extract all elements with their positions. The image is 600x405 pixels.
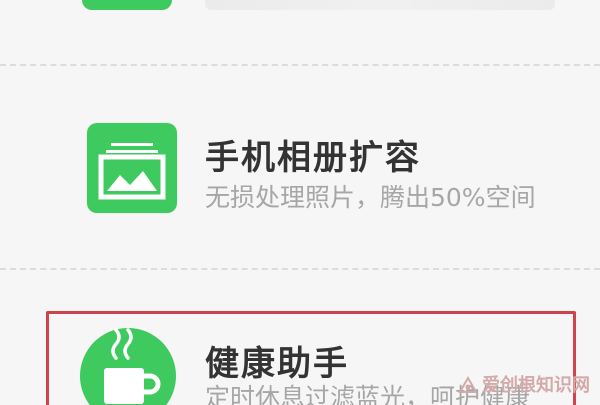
album-subtitle: 无损处理照片，腾出50%空间 xyxy=(205,183,536,212)
album-title: 手机相册扩容 xyxy=(205,138,421,178)
watermark-logo-icon xyxy=(458,376,478,393)
watermark-text: 爱创根知识网 xyxy=(482,375,590,396)
tool-list-screen: 手机相册扩容 无损处理照片，腾出50%空间 健康助手 定时休息过滤蓝光，呵护健康… xyxy=(0,0,600,405)
watermark: 爱创根知识网 xyxy=(458,371,590,397)
photo-album-icon xyxy=(87,123,177,213)
list-item-album[interactable]: 手机相册扩容 无损处理照片，腾出50%空间 xyxy=(0,66,600,266)
top-card-icon[interactable] xyxy=(82,0,172,10)
partial-app-icon xyxy=(82,0,172,10)
top-card-blur-text xyxy=(205,0,555,10)
